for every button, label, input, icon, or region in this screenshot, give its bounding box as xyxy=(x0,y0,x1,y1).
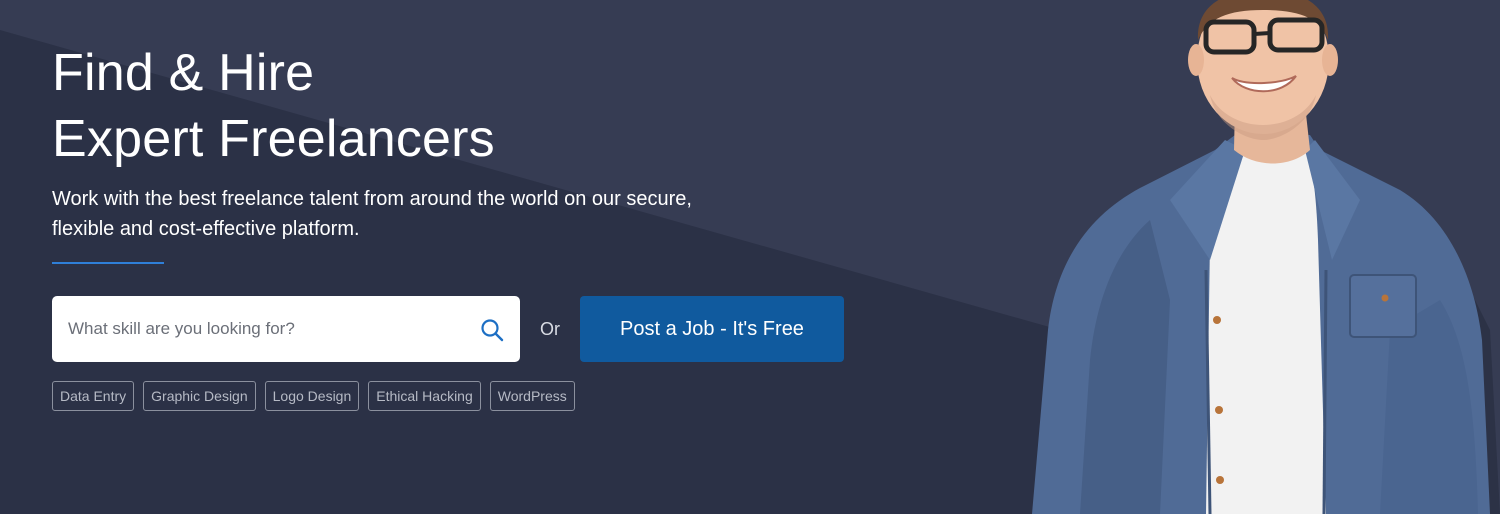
hero-banner: Find & Hire Expert Freelancers Work with… xyxy=(0,0,1500,514)
tag-wordpress[interactable]: WordPress xyxy=(489,381,575,411)
page-title: Find & Hire Expert Freelancers xyxy=(52,40,872,172)
popular-skill-tags: Data Entry Graphic Design Logo Design Et… xyxy=(52,381,584,411)
or-label: Or xyxy=(540,318,560,339)
post-job-button[interactable]: Post a Job - It's Free xyxy=(580,296,844,362)
accent-divider xyxy=(52,262,164,264)
tag-ethical-hacking[interactable]: Ethical Hacking xyxy=(368,381,481,411)
tag-logo-design[interactable]: Logo Design xyxy=(264,381,360,411)
search-input[interactable] xyxy=(66,308,470,350)
search-row: Or Post a Job - It's Free xyxy=(52,296,844,362)
freelancer-photo xyxy=(1032,0,1500,514)
headline-line-2: Expert Freelancers xyxy=(52,110,495,168)
search-icon[interactable] xyxy=(480,318,504,342)
tag-data-entry[interactable]: Data Entry xyxy=(52,381,135,411)
hero-content: Find & Hire Expert Freelancers Work with… xyxy=(52,40,872,264)
search-box xyxy=(52,296,520,362)
headline-line-1: Find & Hire xyxy=(52,44,315,102)
hero-subtitle: Work with the best freelance talent from… xyxy=(52,188,692,240)
tag-graphic-design[interactable]: Graphic Design xyxy=(143,381,256,411)
